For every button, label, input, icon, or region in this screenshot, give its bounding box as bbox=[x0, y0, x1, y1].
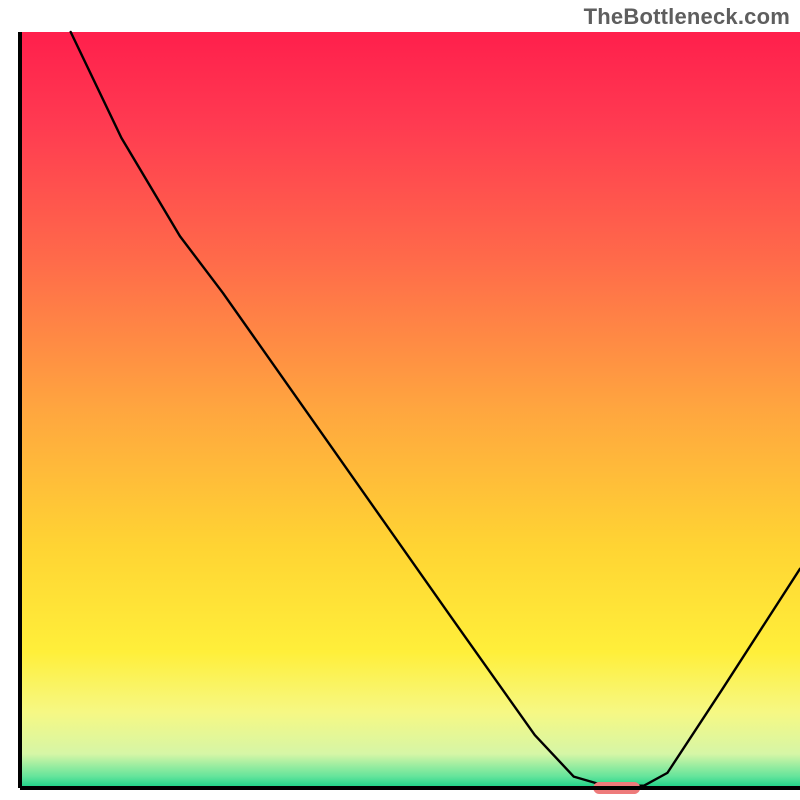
bottleneck-chart bbox=[0, 0, 800, 800]
watermark-label: TheBottleneck.com bbox=[584, 4, 790, 30]
plot-background bbox=[20, 32, 800, 788]
chart-stage: TheBottleneck.com bbox=[0, 0, 800, 800]
